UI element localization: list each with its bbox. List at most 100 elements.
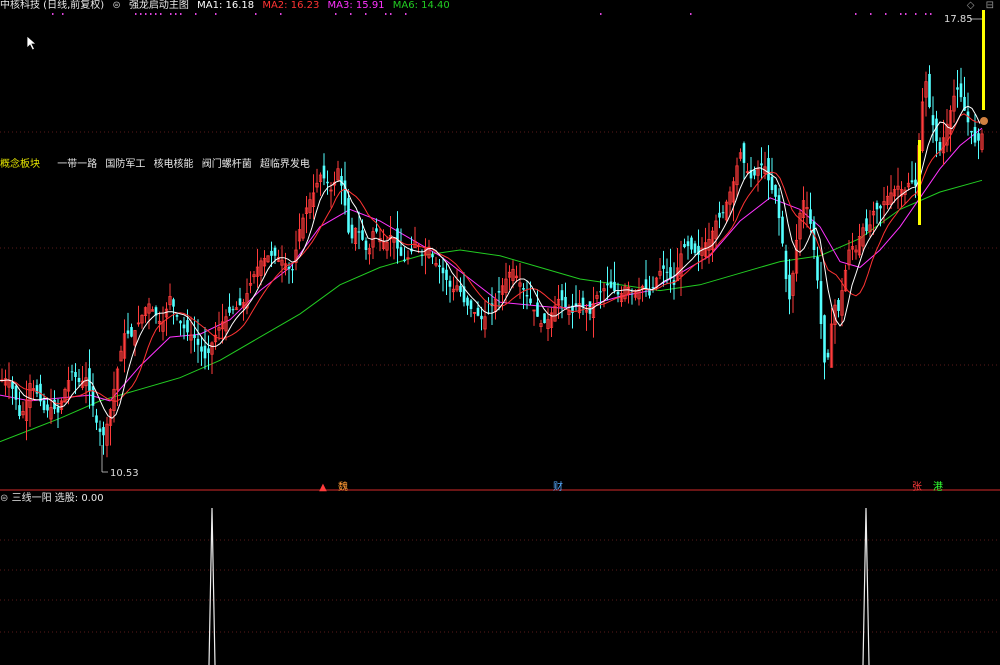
event-marker: 财 (553, 480, 563, 493)
signal-dot (150, 13, 152, 15)
candle-body (231, 309, 235, 311)
ma1-readout: MA1: 16.18 (197, 0, 255, 11)
candle-body (18, 405, 21, 417)
candle-body (476, 307, 480, 316)
lower-indicator-title[interactable]: 三线一阳 (12, 493, 52, 504)
candle-body (760, 163, 763, 166)
candle-body (431, 254, 434, 258)
candle-body (70, 371, 74, 373)
low-label: 10.53 (110, 468, 139, 479)
signal-dot (855, 13, 857, 15)
candle-body (788, 274, 791, 300)
mouse-cursor-icon (26, 35, 38, 51)
candle-body (445, 269, 448, 280)
candle-body (875, 202, 879, 210)
candle-body (560, 290, 564, 301)
signal-dot (155, 13, 157, 15)
signal-dot (350, 13, 352, 15)
concept-tag[interactable]: 国防军工 (105, 159, 145, 170)
candle-body (480, 315, 483, 320)
concept-tag[interactable]: 超临界发电 (260, 159, 310, 170)
candle-body (196, 338, 200, 345)
event-marker: ▲ (319, 482, 327, 493)
candle-body (322, 165, 326, 179)
candle-body (522, 288, 525, 290)
concept-sectors: 概念板块 一带一路 国防军工 核电核能 阀门螺杆菌 超临界发电 (0, 159, 315, 171)
event-marker: 张 (912, 481, 922, 493)
signal-dot (930, 13, 932, 15)
candle-body (448, 280, 452, 287)
high-label: 17.85 (944, 14, 973, 25)
signal-dot (600, 13, 602, 15)
signal-dot (160, 13, 162, 15)
signal-dot (280, 13, 282, 15)
signal-dot (885, 13, 887, 15)
event-marker: 港 (933, 481, 943, 493)
concept-tag[interactable]: 一带一路 (57, 159, 97, 170)
signal-dot (195, 13, 197, 15)
candle-body (977, 133, 980, 141)
candle-body (42, 400, 46, 411)
ma1-series (0, 105, 981, 419)
concept-tag[interactable]: 阀门螺杆菌 (202, 159, 252, 170)
candle-body (529, 298, 532, 304)
candle-body (287, 266, 291, 269)
indicator-name[interactable]: 强龙启动主图 (129, 0, 189, 11)
candle-body (613, 281, 616, 292)
candle-body (809, 209, 812, 224)
candle-body (879, 205, 882, 209)
signal-dot (62, 13, 64, 15)
candle-body (816, 256, 819, 281)
candle-body (970, 130, 973, 133)
candle-body (228, 306, 231, 313)
candle-body (91, 386, 95, 406)
yellow-signal-bar (982, 10, 985, 110)
indicator-icon[interactable]: ⊜ (112, 0, 120, 11)
concept-tag[interactable]: 核电核能 (154, 159, 194, 170)
candle-body (644, 279, 648, 289)
candle-body (175, 315, 179, 317)
signal-dot (925, 13, 927, 15)
candle-body (718, 212, 721, 218)
lower-panel-header: ⊜ 三线一阳 选股: 0.00 (0, 493, 104, 505)
candle-body (690, 237, 693, 250)
candle-body (172, 299, 175, 307)
candle-body (837, 299, 840, 311)
candle-body (721, 212, 725, 214)
candle-body (399, 247, 403, 256)
candle-body (459, 285, 462, 293)
candle-body (781, 216, 784, 244)
candle-body (609, 281, 613, 288)
candle-body (77, 377, 81, 383)
lower-panel (208, 507, 870, 665)
candle-body (819, 281, 823, 325)
candle-body (665, 271, 669, 273)
candle-body (742, 143, 746, 163)
candle-body (581, 297, 585, 308)
candle-body (693, 243, 697, 253)
candle-body (606, 283, 609, 286)
candle-body (364, 240, 368, 250)
candle-body (784, 250, 788, 280)
signal-dot (175, 13, 177, 15)
coin-icon (980, 117, 988, 125)
candle-body (375, 228, 378, 232)
candle-body (599, 291, 602, 293)
candle-body (270, 250, 273, 256)
candle-body (686, 241, 690, 247)
candle-body (179, 320, 182, 324)
signal-dot (390, 13, 392, 15)
candle-body (651, 287, 655, 289)
lower-indicator-icon[interactable]: ⊜ (0, 493, 8, 504)
candle-body (928, 73, 931, 108)
candle-body (466, 297, 469, 306)
candle-body (74, 371, 77, 377)
candle-body (182, 324, 186, 329)
yellow-signal-bar (918, 140, 921, 225)
candle-body (777, 195, 781, 219)
signal-dot (140, 13, 142, 15)
window-icons[interactable]: ◇ ⊟ (967, 0, 998, 11)
candle-body (11, 382, 14, 389)
candle-body (273, 247, 277, 256)
candle-body (774, 184, 777, 197)
